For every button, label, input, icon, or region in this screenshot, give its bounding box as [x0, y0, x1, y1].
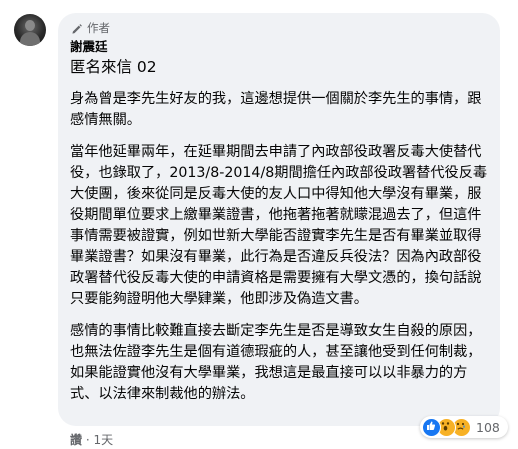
- author-badge-label: 作者: [87, 20, 110, 35]
- timestamp[interactable]: 1天: [94, 433, 114, 447]
- comment-bubble: 作者 謝震廷 匿名來信 02 身為曾是李先生好友的我，這邊想提供一個關於李先生的…: [58, 13, 500, 426]
- pen-icon: [70, 21, 83, 34]
- reaction-count: 108: [476, 419, 500, 435]
- comment-text: 匿名來信 02 身為曾是李先生好友的我，這邊想提供一個關於李先生的事情，跟感情無…: [70, 56, 488, 405]
- comment-actions: 讚 · 1天: [70, 431, 113, 448]
- reaction-summary[interactable]: 108: [420, 416, 508, 438]
- comment-paragraph: 匿名來信 02: [70, 58, 157, 76]
- author-badge: 作者: [70, 19, 488, 36]
- comment-paragraph: 感情的事情比較難直接去斷定李先生是否是導致女生自殺的原因，也無法佐證李先生是個有…: [70, 323, 482, 402]
- like-button[interactable]: 讚: [70, 433, 82, 447]
- like-icon: [422, 417, 441, 437]
- comment-paragraph: 當年他延畢兩年，在延畢期間去申請了內政部役政署反毒大使替代役，也錄取了，2013…: [70, 144, 488, 307]
- avatar[interactable]: [14, 14, 46, 46]
- comment-paragraph: 身為曾是李先生好友的我，這邊想提供一個關於李先生的事情，跟感情無關。: [70, 91, 482, 128]
- separator: ·: [85, 433, 90, 447]
- comment-username[interactable]: 謝震廷: [70, 39, 488, 55]
